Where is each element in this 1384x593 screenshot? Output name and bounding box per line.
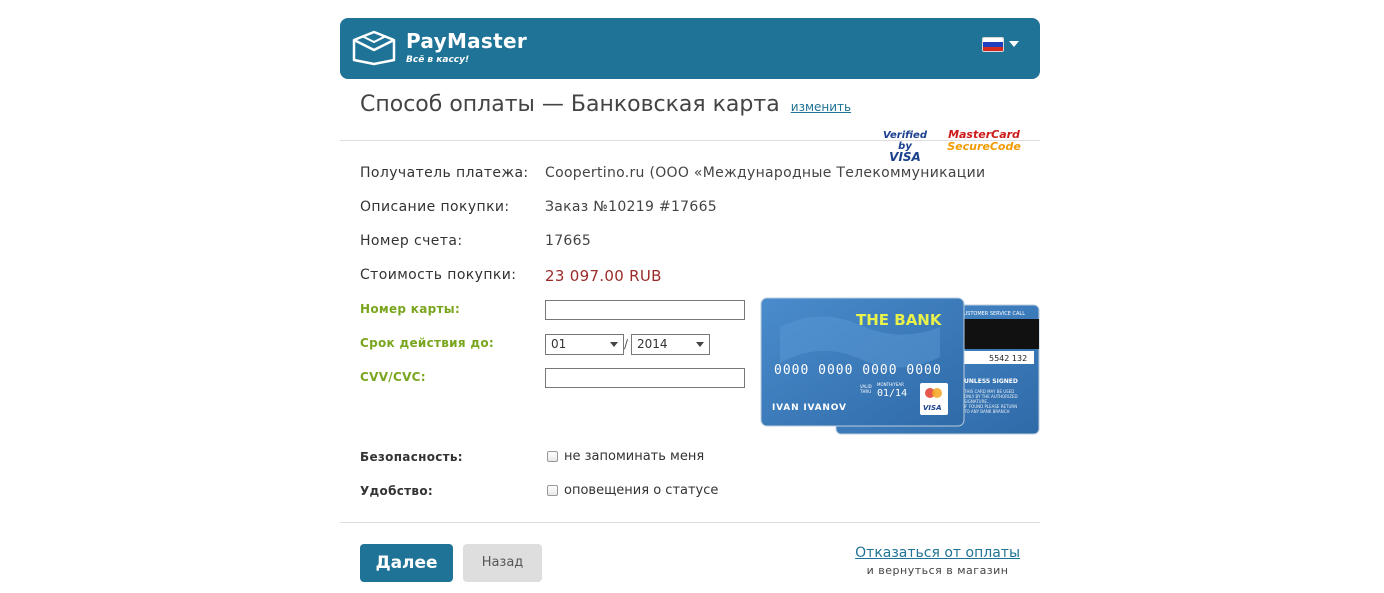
cvv-label: CVV/CVC:: [360, 370, 426, 384]
card-back-code: 5542 132: [989, 354, 1027, 363]
paymaster-logo-icon: [352, 30, 396, 66]
recipient-value: Coopertino.ru (ООО «Международные Телеко…: [545, 165, 986, 181]
cancel-payment-link[interactable]: Отказаться от оплаты: [855, 545, 1020, 561]
expiry-year-value: 2014: [637, 337, 668, 351]
invoice-row: Номер счета: 17665: [360, 233, 1020, 253]
description-row: Описание покупки: Заказ №10219 #17665: [360, 199, 1020, 219]
card-front: THE BANK 0000 0000 0000 0000 VALID THRU …: [760, 297, 965, 427]
cancel-payment: Отказаться от оплаты и вернуться в магаз…: [855, 545, 1020, 577]
status-notify-label[interactable]: оповещения о статусе: [564, 483, 718, 498]
back-button[interactable]: Назад: [463, 544, 542, 582]
verified-by-visa-logo: Verified by VISA: [883, 130, 927, 164]
recipient-label: Получатель платежа:: [360, 165, 529, 181]
divider: [340, 140, 1040, 141]
description-label: Описание покупки:: [360, 199, 510, 215]
chevron-down-icon: [1009, 41, 1019, 47]
remember-me-checkbox[interactable]: [547, 451, 558, 462]
expiry-label: Срок действия до:: [360, 336, 494, 350]
brand-slogan: Всё в кассу!: [406, 55, 470, 65]
amount-value: 23 097.00 RUB: [545, 267, 662, 285]
recipient-row: Получатель платежа: Coopertino.ru (ООО «…: [360, 165, 1020, 185]
card-back-unless: UNLESS SIGNED: [964, 378, 1018, 385]
card-number-sample: 0000 0000 0000 0000: [774, 363, 942, 378]
expiry-month-select[interactable]: 01: [545, 334, 624, 355]
card-back-header: CUSTOMER SERVICE CALL: [960, 311, 1025, 317]
invoice-label: Номер счета:: [360, 233, 463, 249]
remember-me-label[interactable]: не запоминать меня: [564, 449, 704, 464]
payment-page: PayMaster Всё в кассу! Способ оплаты — Б…: [340, 18, 1040, 582]
page-title-row: Способ оплаты — Банковская карта изменит…: [360, 92, 851, 117]
brand-name: PayMaster: [406, 29, 528, 53]
divider: [340, 522, 1040, 523]
svg-text:TO ANY BANK BRANCH: TO ANY BANK BRANCH: [963, 409, 1010, 414]
cancel-payment-subtext: и вернуться в магазин: [866, 564, 1009, 577]
svg-text:MONTH/YEAR: MONTH/YEAR: [877, 382, 904, 387]
expiry-year-select[interactable]: 2014: [631, 334, 710, 355]
amount-row: Стоимость покупки: 23 097.00 RUB: [360, 267, 1020, 287]
card-holder-name: IVAN IVANOV: [772, 403, 847, 413]
amount-label: Стоимость покупки:: [360, 267, 517, 283]
card-brand: VISA: [923, 404, 941, 412]
cvv-input[interactable]: [545, 368, 745, 388]
change-method-link[interactable]: изменить: [791, 100, 851, 114]
description-value: Заказ №10219 #17665: [545, 199, 717, 215]
card-illustration: CUSTOMER SERVICE CALL 5542 132 UNLESS SI…: [760, 297, 1040, 435]
flag-ru-icon: [982, 37, 1004, 52]
chevron-down-icon: [610, 342, 618, 347]
card-number-label: Номер карты:: [360, 302, 461, 316]
next-button[interactable]: Далее: [360, 544, 453, 582]
svg-text:THRU: THRU: [859, 389, 871, 394]
card-bank-name: THE BANK: [856, 311, 943, 329]
mastercard-securecode-logo: MasterCard SecureCode: [947, 128, 1021, 153]
expiry-month-value: 01: [551, 337, 567, 351]
expiry-separator: /: [624, 337, 629, 351]
chevron-down-icon: [696, 342, 704, 347]
card-expiry-sample: 01/14: [877, 388, 907, 399]
invoice-value: 17665: [545, 233, 592, 249]
page-title: Способ оплаты — Банковская карта: [360, 92, 780, 117]
header-bar: PayMaster Всё в кассу!: [340, 18, 1040, 79]
language-selector[interactable]: [982, 36, 1020, 54]
card-number-input[interactable]: [545, 300, 745, 320]
security-label: Безопасность:: [360, 450, 463, 464]
convenience-row: Удобство: оповещения о статусе: [360, 482, 1020, 502]
security-row: Безопасность: не запоминать меня: [360, 448, 1020, 468]
convenience-label: Удобство:: [360, 484, 433, 498]
status-notify-checkbox[interactable]: [547, 485, 558, 496]
